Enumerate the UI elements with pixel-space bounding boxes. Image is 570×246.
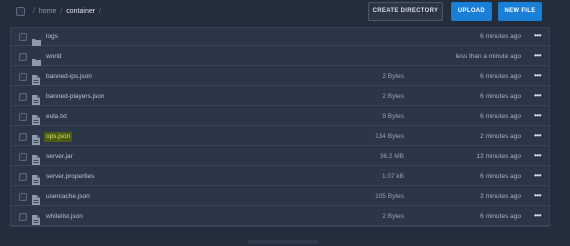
file-icon: [32, 152, 41, 165]
file-modified: 12 minutes ago: [476, 153, 521, 160]
more-options-icon[interactable]: •••: [534, 90, 541, 102]
file-name[interactable]: logs: [46, 32, 58, 42]
file-row[interactable]: banned-players.json 2 Bytes 6 minutes ago •…: [11, 88, 549, 106]
row-checkbox[interactable]: [19, 213, 27, 221]
file-size: 2 Bytes: [382, 73, 404, 80]
more-options-icon[interactable]: •••: [534, 70, 541, 82]
folder-icon: [32, 33, 41, 46]
file-name[interactable]: world: [46, 52, 62, 62]
more-options-icon[interactable]: •••: [534, 210, 541, 222]
file-icon: [32, 212, 41, 225]
file-modified: 2 minutes ago: [480, 193, 521, 200]
file-size: 2 Bytes: [382, 213, 404, 220]
more-options-icon[interactable]: •••: [534, 110, 541, 122]
file-name[interactable]: ops.json: [44, 132, 73, 142]
file-size: 134 Bytes: [375, 133, 404, 140]
breadcrumb-separator: /: [99, 8, 101, 15]
row-checkbox[interactable]: [19, 93, 27, 101]
file-row[interactable]: eula.txt 9 Bytes 6 minutes ago •••: [11, 108, 549, 126]
file-icon: [32, 72, 41, 85]
file-size: 105 Bytes: [375, 193, 404, 200]
file-name[interactable]: banned-ips.json: [46, 72, 92, 82]
file-modified: 6 minutes ago: [480, 173, 521, 180]
file-row[interactable]: server.jar 36.2 MB 12 minutes ago •••: [11, 148, 549, 166]
file-modified: less than a minute ago: [455, 53, 521, 60]
file-icon: [32, 92, 41, 105]
row-checkbox[interactable]: [19, 153, 27, 161]
file-name[interactable]: server.jar: [46, 152, 73, 162]
folder-row[interactable]: logs 6 minutes ago •••: [11, 28, 549, 46]
file-modified: 2 minutes ago: [480, 133, 521, 140]
more-options-icon[interactable]: •••: [534, 30, 541, 42]
more-options-icon[interactable]: •••: [534, 170, 541, 182]
file-modified: 6 minutes ago: [480, 73, 521, 80]
file-modified: 6 minutes ago: [480, 33, 521, 40]
row-checkbox[interactable]: [19, 33, 27, 41]
file-name[interactable]: banned-players.json: [46, 92, 105, 102]
file-icon: [32, 172, 41, 185]
breadcrumb-separator: /: [60, 8, 63, 15]
row-checkbox[interactable]: [19, 193, 27, 201]
new-file-button[interactable]: NEW FILE: [498, 2, 542, 21]
file-list: logs 6 minutes ago ••• world less than a min…: [10, 27, 550, 227]
upload-button[interactable]: UPLOAD: [451, 2, 492, 21]
file-size: 2 Bytes: [382, 93, 404, 100]
file-row[interactable]: usercache.json 105 Bytes 2 minutes ago •••: [11, 188, 549, 206]
file-size: 1.07 kB: [381, 173, 404, 180]
breadcrumb: / home / container /: [31, 6, 103, 17]
file-modified: 6 minutes ago: [480, 93, 521, 100]
file-name[interactable]: eula.txt: [46, 112, 67, 122]
footer-bar: [248, 240, 318, 244]
breadcrumb-separator: /: [33, 8, 35, 15]
row-checkbox[interactable]: [19, 53, 27, 61]
row-checkbox[interactable]: [19, 133, 27, 141]
folder-icon: [32, 53, 41, 66]
file-size: 36.2 MB: [379, 153, 404, 160]
file-modified: 6 minutes ago: [480, 113, 521, 120]
create-directory-button[interactable]: CREATE DIRECTORY: [368, 2, 443, 21]
toolbar: / home / container / CREATE DIRECTORY UP…: [0, 0, 570, 24]
file-name[interactable]: usercache.json: [46, 192, 90, 202]
more-options-icon[interactable]: •••: [534, 190, 541, 202]
select-all-checkbox[interactable]: [16, 7, 25, 16]
file-row[interactable]: banned-ips.json 2 Bytes 6 minutes ago •••: [11, 68, 549, 86]
more-options-icon[interactable]: •••: [534, 130, 541, 142]
file-name[interactable]: whitelist.json: [46, 212, 83, 222]
row-checkbox[interactable]: [19, 173, 27, 181]
breadcrumb-home[interactable]: home: [39, 8, 57, 15]
file-icon: [32, 112, 41, 125]
file-name[interactable]: server.properties: [46, 172, 94, 182]
breadcrumb-container[interactable]: container: [66, 8, 95, 15]
file-modified: 6 minutes ago: [480, 213, 521, 220]
file-icon: [32, 192, 41, 205]
file-size: 9 Bytes: [382, 113, 404, 120]
row-checkbox[interactable]: [19, 113, 27, 121]
file-row[interactable]: whitelist.json 2 Bytes 6 minutes ago •••: [11, 208, 549, 226]
more-options-icon[interactable]: •••: [534, 150, 541, 162]
file-icon: [32, 132, 41, 145]
more-options-icon[interactable]: •••: [534, 50, 541, 62]
file-row[interactable]: ops.json 134 Bytes 2 minutes ago •••: [11, 128, 549, 146]
file-row[interactable]: server.properties 1.07 kB 6 minutes ago •••: [11, 168, 549, 186]
folder-row[interactable]: world less than a minute ago •••: [11, 48, 549, 66]
row-checkbox[interactable]: [19, 73, 27, 81]
